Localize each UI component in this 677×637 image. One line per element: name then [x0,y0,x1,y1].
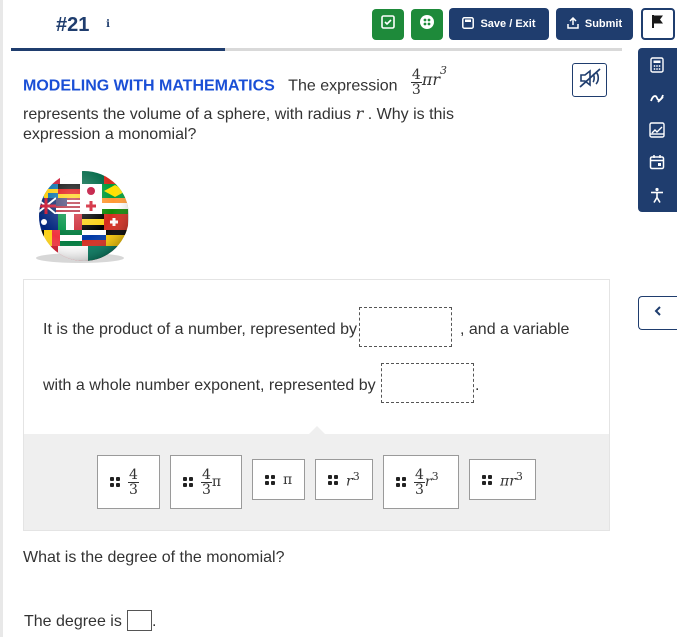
tile-numerator: 4 [414,466,425,483]
highlighter-icon[interactable] [647,87,667,107]
calendar-icon[interactable] [647,152,667,172]
tile-fraction: 43 [201,468,212,497]
calculator-icon[interactable] [647,55,667,75]
tile-symbol: r [424,474,432,490]
prompt-line-1: MODELING WITH MATHEMATICS The expression… [23,64,447,101]
submit-label: Submit [584,18,623,30]
tile-expression: 43r3 [414,468,439,497]
info-icon[interactable]: i [102,19,114,31]
tile-numerator: 4 [201,466,212,483]
degree-input[interactable] [127,610,152,631]
fraction-numerator: 4 [410,67,422,83]
tile-symbol: π [283,471,293,488]
line-reader-icon[interactable] [647,120,667,140]
drag-handle-icon [482,474,492,485]
flag-globe-image [28,168,132,264]
volume-expression-exponent: 3 [440,64,447,78]
flag-button[interactable] [641,8,675,40]
sentence-1-text: It is the product of a number, represent… [43,321,357,338]
question-number: #21 [56,14,90,36]
variable-drop-zone[interactable] [381,363,474,403]
sentence-2-end: . [475,377,480,394]
reference-sheet-icon [419,14,435,35]
sentence-2-text: with a whole number exponent, represente… [43,377,376,394]
tile-exponent: 3 [515,469,523,483]
sentence-1-end: , and a variable [460,321,570,338]
checklist-icon [381,15,395,34]
answer-tile-four-thirds-pi[interactable]: 43π [170,455,242,509]
save-exit-button[interactable]: Save / Exit [449,8,549,40]
check-answer-button[interactable] [372,9,404,40]
volume-expression-fraction: 4 3 [410,67,422,98]
tile-expression: r3 [346,470,360,490]
tile-exponent: 3 [352,469,360,483]
tile-numerator: 4 [128,466,139,483]
prompt-lead-text: The expression [288,77,398,95]
tile-symbol: π [211,474,222,490]
volume-expression-pi-r: πr [421,69,440,89]
prompt-heading: MODELING WITH MATHEMATICS [23,77,275,95]
save-exit-label: Save / Exit [480,18,536,30]
fraction-denominator: 3 [411,82,421,98]
drag-handle-icon [183,477,193,487]
upload-icon [567,16,579,32]
prompt-line-3: expression a monomial? [23,126,197,143]
degree-question: What is the degree of the monomial? [23,549,285,566]
progress-bar [11,48,622,51]
tile-fraction: 43 [414,468,425,497]
prompt-lead: The expression [279,78,406,95]
tile-symbol: πr [500,473,516,490]
tile-denominator: 3 [202,481,211,498]
tile-denominator: 3 [129,481,138,498]
tray-pointer [309,426,325,434]
answer-tile-four-thirds-r-cubed[interactable]: 43r3 [383,455,459,509]
progress-fill [11,48,225,51]
tools-toolbar [638,48,677,212]
tile-symbol: r [346,473,353,490]
answer-tile-pi-r-cubed[interactable]: πr3 [469,459,536,500]
audio-button[interactable] [572,63,607,97]
tile-exponent: 3 [431,469,439,483]
degree-answer-label: The degree is [24,613,122,630]
prompt-line-2: represents the volume of a sphere, with … [23,104,454,124]
collapse-panel-button[interactable] [638,296,677,330]
degree-answer-end: . [152,613,157,630]
answer-tile-four-thirds[interactable]: 43 [97,455,160,509]
prompt-line-2-text: represents the volume of a sphere, with … [23,106,356,123]
answer-tile-pi[interactable]: π [252,459,305,500]
left-edge-bar [0,0,3,637]
tile-expression: πr3 [500,470,523,490]
drag-handle-icon [265,474,275,485]
prompt-line-2-end: . Why is this [363,106,454,123]
accessibility-icon[interactable] [647,185,667,205]
drag-handle-icon [328,474,338,485]
audio-muted-icon [578,67,602,94]
drag-handle-icon [396,477,406,487]
number-drop-zone[interactable] [359,307,452,347]
submit-button[interactable]: Submit [556,8,633,40]
flag-icon [651,14,665,34]
answer-tile-r-cubed[interactable]: r3 [315,459,373,500]
tile-denominator: 3 [415,481,424,498]
tile-fraction: 43 [128,468,139,497]
tile-expression: 43π [201,468,221,497]
save-icon [462,16,475,32]
reference-sheet-button[interactable] [411,9,443,40]
chevron-left-icon [653,304,663,322]
drag-handle-icon [110,477,120,487]
